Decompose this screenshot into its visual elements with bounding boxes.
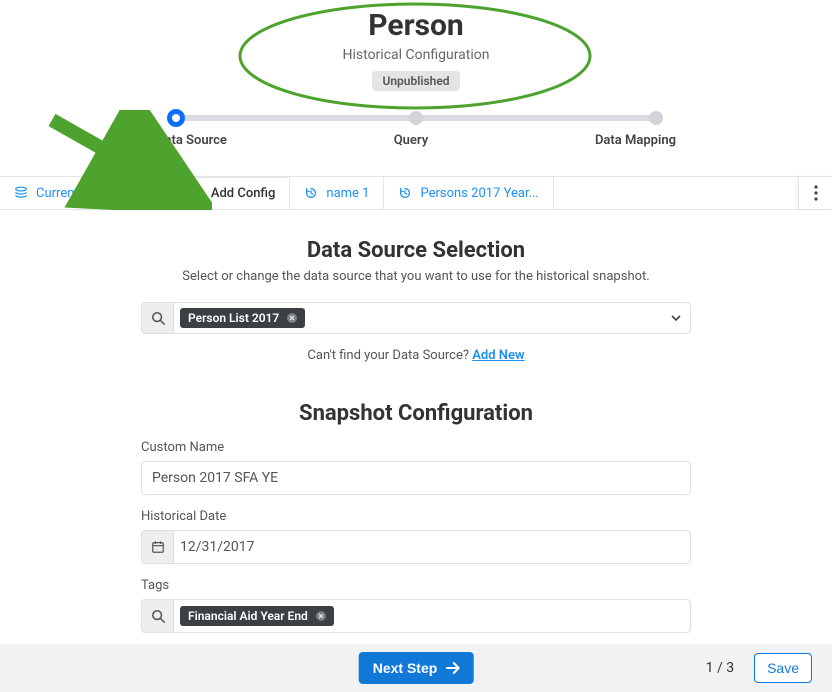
step-label: Data Source bbox=[156, 133, 227, 148]
step-dot-query[interactable] bbox=[409, 111, 423, 125]
search-icon[interactable] bbox=[142, 600, 174, 632]
wizard-footer: Next Step 1 / 3 Save bbox=[0, 644, 832, 692]
section-title-snapshot: Snapshot Configuration bbox=[0, 401, 832, 426]
tags-label: Tags bbox=[141, 578, 691, 593]
remove-chip-icon[interactable] bbox=[316, 611, 326, 621]
chip-label: Financial Aid Year End bbox=[188, 609, 308, 623]
chevron-down-icon bbox=[671, 315, 681, 321]
dropdown-caret[interactable] bbox=[662, 303, 690, 333]
tag-chip[interactable]: Financial Aid Year End bbox=[180, 606, 334, 626]
search-icon[interactable] bbox=[142, 303, 174, 333]
chip-label: Person List 2017 bbox=[188, 311, 279, 325]
custom-name-label: Custom Name bbox=[141, 440, 691, 455]
page-indicator: 1 / 3 bbox=[706, 660, 734, 676]
historical-date-value: 12/31/2017 bbox=[180, 539, 255, 555]
config-tabs: Current Configuration Add Config name 1 … bbox=[0, 176, 832, 210]
tab-history-name1[interactable]: name 1 bbox=[290, 177, 384, 209]
custom-name-input[interactable] bbox=[141, 461, 691, 495]
data-source-select[interactable]: Person List 2017 bbox=[141, 302, 691, 334]
tab-label: Persons 2017 Year... bbox=[420, 186, 538, 201]
calendar-icon[interactable] bbox=[142, 531, 174, 563]
remove-chip-icon[interactable] bbox=[287, 313, 297, 323]
step-dot-data-mapping[interactable] bbox=[649, 111, 663, 125]
history-icon bbox=[304, 186, 318, 200]
tab-label: Add Config bbox=[211, 186, 276, 201]
kebab-icon bbox=[814, 185, 818, 201]
tab-history-persons-2017[interactable]: Persons 2017 Year... bbox=[384, 177, 553, 209]
data-source-chip[interactable]: Person List 2017 bbox=[180, 308, 305, 328]
next-step-button[interactable]: Next Step bbox=[359, 652, 474, 684]
tags-input[interactable]: Financial Aid Year End bbox=[141, 599, 691, 633]
section-subtitle-data-source: Select or change the data source that yo… bbox=[0, 269, 832, 284]
tab-current-configuration[interactable]: Current Configuration bbox=[0, 177, 175, 209]
wizard-stepper: Data Source Query Data Mapping bbox=[156, 109, 676, 148]
step-dot-data-source[interactable] bbox=[167, 109, 185, 127]
page-header: Person Historical Configuration Unpublis… bbox=[0, 0, 832, 95]
data-source-help: Can't find your Data Source? Add New bbox=[141, 348, 691, 363]
tabs-overflow-menu[interactable] bbox=[798, 177, 832, 209]
button-label: Next Step bbox=[373, 660, 438, 676]
step-label: Query bbox=[394, 133, 428, 148]
arrow-right-icon bbox=[445, 662, 459, 674]
step-label: Data Mapping bbox=[595, 133, 676, 148]
history-icon bbox=[398, 186, 412, 200]
page-subtitle: Historical Configuration bbox=[0, 47, 832, 63]
tab-add-config[interactable]: Add Config bbox=[175, 177, 291, 209]
section-title-data-source: Data Source Selection bbox=[0, 238, 832, 263]
status-badge: Unpublished bbox=[372, 71, 459, 91]
plus-icon bbox=[189, 187, 203, 201]
save-button[interactable]: Save bbox=[754, 653, 812, 683]
add-new-data-source-link[interactable]: Add New bbox=[472, 348, 524, 363]
page-title: Person bbox=[0, 8, 832, 43]
stack-icon bbox=[14, 186, 28, 200]
tab-label: Current Configuration bbox=[36, 186, 160, 201]
historical-date-label: Historical Date bbox=[141, 509, 691, 524]
historical-date-input[interactable]: 12/31/2017 bbox=[141, 530, 691, 564]
tab-label: name 1 bbox=[326, 186, 369, 201]
